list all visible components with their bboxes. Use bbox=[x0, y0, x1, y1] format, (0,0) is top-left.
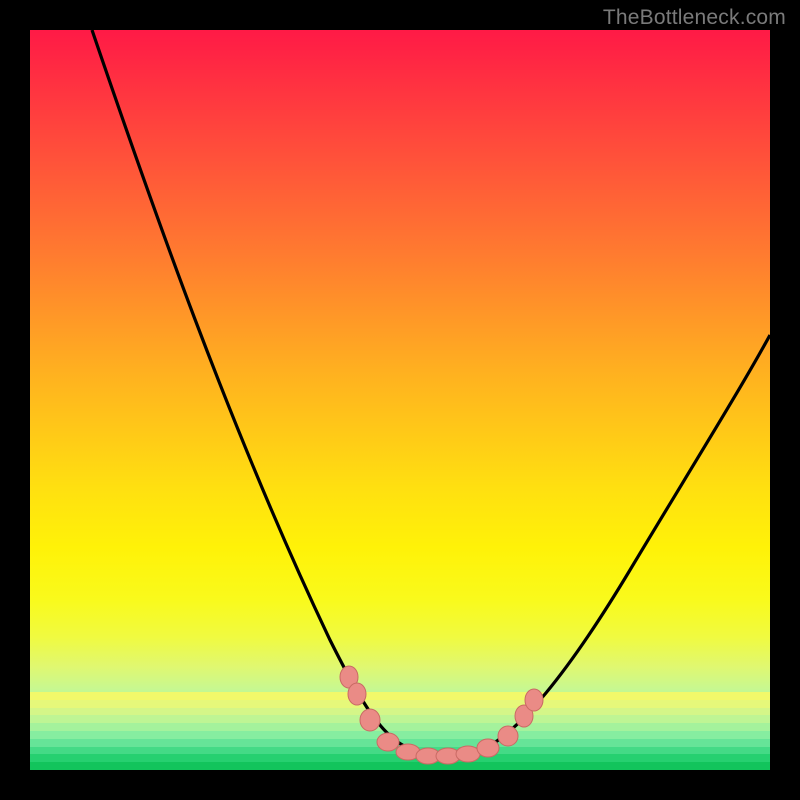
curve-marker bbox=[456, 746, 480, 762]
curve-marker bbox=[525, 689, 543, 711]
chart-frame: TheBottleneck.com bbox=[0, 0, 800, 800]
curve-marker bbox=[360, 709, 380, 731]
watermark-text: TheBottleneck.com bbox=[603, 6, 786, 30]
curve-marker bbox=[348, 683, 366, 705]
curve-path bbox=[92, 30, 770, 757]
plot-area bbox=[30, 30, 770, 770]
marker-group bbox=[340, 666, 543, 764]
curve-marker bbox=[477, 739, 499, 757]
curve-marker bbox=[498, 726, 518, 746]
curve-marker bbox=[377, 733, 399, 751]
bottleneck-curve bbox=[30, 30, 770, 770]
